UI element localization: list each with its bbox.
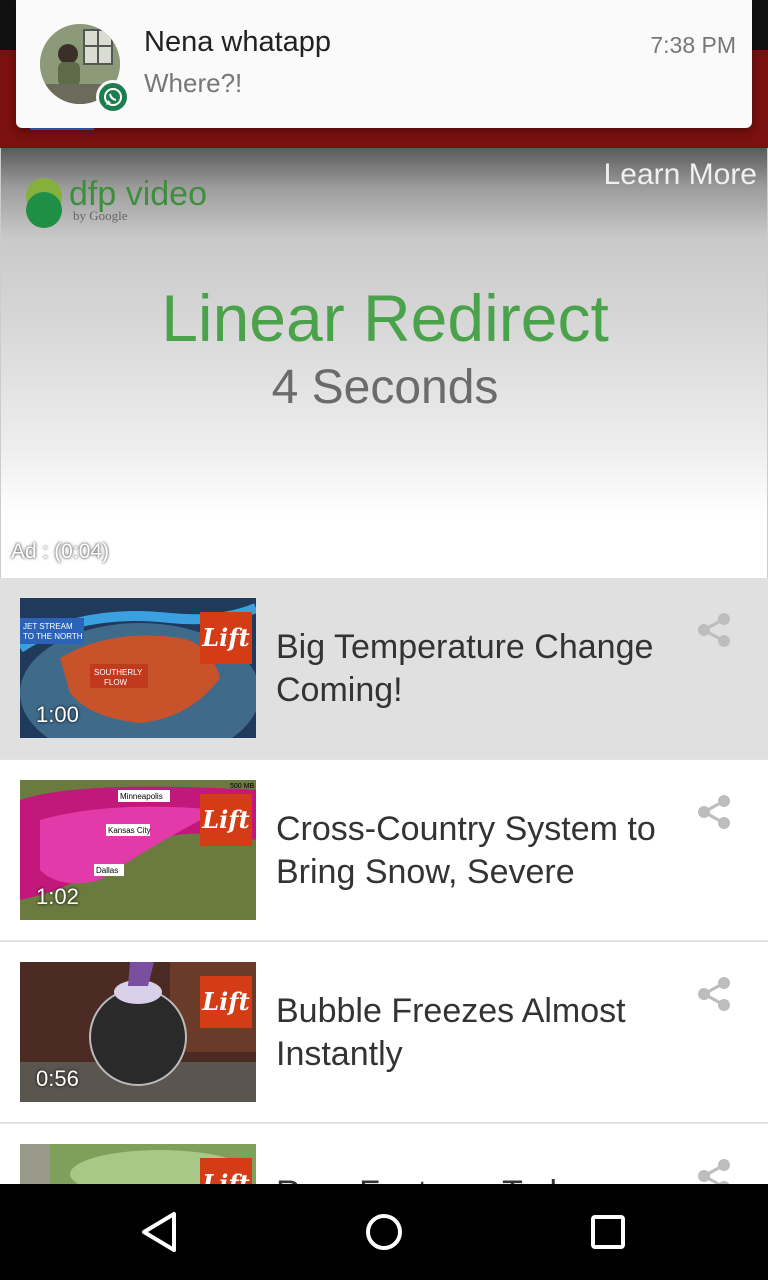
the-lift-logo: Lift: [200, 1158, 252, 1184]
video-list[interactable]: JET STREAM TO THE NORTH SOUTHERLY FLOW L…: [0, 578, 768, 1184]
video-row[interactable]: Minneapolis Kansas City Dallas 500 MB Li…: [0, 760, 768, 942]
video-row[interactable]: Lift 0:56 Bubble Freezes Almost Instantl…: [0, 942, 768, 1124]
video-thumbnail[interactable]: Minneapolis Kansas City Dallas 500 MB Li…: [20, 780, 256, 920]
share-icon[interactable]: [696, 1158, 732, 1184]
video-title[interactable]: Cross-Country System to Bring Snow, Seve…: [276, 808, 676, 894]
video-title[interactable]: Rare Footage: Tod...: [276, 1172, 676, 1184]
video-title[interactable]: Bubble Freezes Almost Instantly: [276, 990, 676, 1076]
back-icon[interactable]: [136, 1208, 184, 1256]
thumb-label: JET STREAM: [23, 622, 73, 631]
thumb-label: FLOW: [104, 678, 128, 687]
learn-more-link[interactable]: Learn More: [604, 158, 757, 192]
ad-countdown: Ad : (0:04): [11, 540, 110, 563]
notification-card[interactable]: Nena whatapp Where?! 7:38 PM: [16, 0, 752, 128]
video-duration: 1:00: [36, 702, 79, 727]
video-title[interactable]: Big Temperature Change Coming!: [276, 626, 676, 712]
thumb-label: SOUTHERLY: [94, 668, 143, 677]
thumb-label: TO THE NORTH: [23, 632, 83, 641]
dfp-video-logo: dfp video by Google: [23, 168, 253, 238]
share-icon[interactable]: [696, 794, 732, 830]
video-thumbnail[interactable]: Lift 0:56: [20, 962, 256, 1102]
video-duration: 0:56: [36, 1066, 79, 1091]
ad-subline: 4 Seconds: [271, 361, 499, 414]
the-lift-logo: Lift: [200, 794, 252, 846]
thumb-label: Dallas: [96, 866, 118, 875]
screen: Nena whatapp Where?! 7:38 PM dfp video b…: [0, 0, 768, 1280]
ad-headline: Linear Redirect: [161, 281, 609, 355]
notification-time: 7:38 PM: [650, 32, 736, 58]
the-lift-logo: Lift: [200, 976, 252, 1028]
home-icon[interactable]: [360, 1208, 408, 1256]
notification-message: Where?!: [144, 68, 243, 98]
thumb-label: 500 MB: [230, 783, 254, 790]
video-thumbnail[interactable]: JET STREAM TO THE NORTH SOUTHERLY FLOW L…: [20, 598, 256, 738]
share-icon[interactable]: [696, 612, 732, 648]
share-icon[interactable]: [696, 976, 732, 1012]
thumb-label: Minneapolis: [120, 792, 163, 801]
ad-video-player[interactable]: dfp video by Google Learn More Linear Re…: [0, 148, 768, 578]
video-thumbnail[interactable]: Lift: [20, 1144, 256, 1184]
recents-icon[interactable]: [584, 1208, 632, 1256]
notification-title: Nena whatapp: [144, 26, 332, 58]
whatsapp-icon: [96, 80, 130, 114]
video-duration: 1:02: [36, 884, 79, 909]
video-row[interactable]: JET STREAM TO THE NORTH SOUTHERLY FLOW L…: [0, 578, 768, 760]
dfp-brand-subtext: by Google: [73, 208, 128, 223]
the-lift-logo: Lift: [200, 612, 252, 664]
system-navigation-bar: [0, 1184, 768, 1280]
thumb-label: Kansas City: [108, 826, 151, 835]
video-row[interactable]: Lift Rare Footage: Tod...: [0, 1124, 768, 1184]
